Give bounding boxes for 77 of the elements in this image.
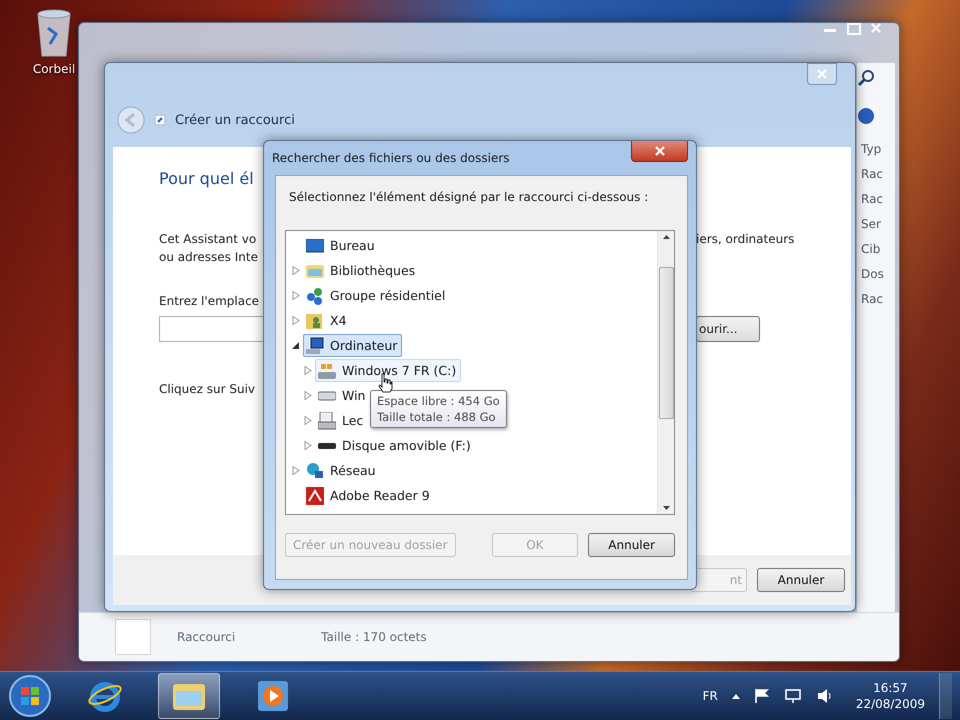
- tree-item[interactable]: Bibliothèques: [303, 259, 420, 282]
- disc-drive-icon: [318, 412, 336, 430]
- table-cell-text: Rac: [860, 291, 884, 308]
- dialog-button[interactable]: Annuler: [588, 533, 675, 557]
- tree-item[interactable]: Disque amovible (F:): [315, 434, 476, 457]
- help-icon[interactable]: [857, 107, 875, 125]
- expand-arrow-icon[interactable]: [292, 466, 300, 475]
- scroll-down-icon[interactable]: [662, 506, 670, 510]
- flag-icon[interactable]: [754, 688, 770, 704]
- window-title: Créer un raccourci: [175, 112, 295, 128]
- column-header[interactable]: Typ: [857, 137, 882, 162]
- browser-e-icon: [88, 679, 122, 713]
- tooltip-text: Taille totale : 488 Go: [377, 410, 497, 424]
- file-type: Raccourci: [177, 630, 236, 644]
- scrollbar[interactable]: [657, 231, 674, 514]
- intro-text: Cet Assistant vo ou adresses Inte: [159, 231, 258, 266]
- file-thumbnail: [115, 619, 151, 655]
- user-folder-icon: [306, 312, 324, 330]
- expand-arrow-icon[interactable]: [304, 366, 312, 375]
- show-desktop-button[interactable]: [939, 673, 952, 719]
- dialog-prompt: Sélectionnez l'élément désigné par le raccourci ci-dessous :: [289, 190, 650, 204]
- clock-date[interactable]: 22/08/2009: [856, 697, 925, 711]
- expand-arrow-icon[interactable]: [292, 291, 300, 300]
- table-cell-text: Rac: [860, 191, 884, 208]
- usb-drive-icon: [318, 442, 336, 450]
- expand-arrow-icon[interactable]: [304, 416, 312, 425]
- expand-arrow-icon[interactable]: [292, 266, 300, 275]
- clock-time[interactable]: 16:57: [873, 681, 908, 695]
- tree-item[interactable]: Win: [315, 384, 370, 407]
- language-indicator[interactable]: FR: [702, 689, 718, 703]
- location-label: Entrez l'emplace: [159, 294, 260, 308]
- close-icon: [817, 69, 827, 79]
- table-cell-text: Ser: [860, 216, 881, 233]
- search-icon[interactable]: [857, 69, 875, 87]
- wizard-button[interactable]: Annuler: [757, 568, 845, 592]
- wizard-heading: Pour quel él: [159, 169, 254, 188]
- start-orb-icon[interactable]: [8, 674, 52, 718]
- collapse-arrow-icon[interactable]: [292, 341, 300, 350]
- tree-item[interactable]: Windows 7 FR (C:): [315, 359, 462, 382]
- pdf-icon: [306, 486, 324, 504]
- monitor-icon: [306, 238, 324, 252]
- expand-arrow-icon[interactable]: [304, 441, 312, 450]
- file-size: Taille : 170 octets: [321, 630, 427, 644]
- tree-item[interactable]: Bureau: [303, 234, 380, 257]
- shortcut-icon: [155, 115, 165, 125]
- tree-item[interactable]: Lec: [315, 409, 368, 432]
- table-cell-text: Dos: [860, 266, 884, 283]
- drive-icon: [318, 362, 336, 380]
- next-hint: Cliquez sur Suiv: [159, 382, 256, 396]
- folder-icon: [172, 681, 206, 711]
- tree-item[interactable]: Réseau: [303, 459, 381, 482]
- table-cell-text: Cib: [860, 241, 880, 258]
- show-hidden-icons-icon[interactable]: [732, 694, 740, 698]
- computer-icon: [306, 336, 324, 354]
- network-icon[interactable]: [784, 688, 802, 704]
- people-icon: [306, 286, 324, 304]
- expand-arrow-icon[interactable]: [292, 316, 300, 325]
- close-button[interactable]: [631, 141, 688, 162]
- drive-icon: [318, 390, 336, 400]
- table-cell-text: Rac: [860, 166, 884, 183]
- browse-button[interactable]: ourir...: [696, 316, 760, 342]
- close-icon: [654, 146, 664, 156]
- expand-arrow-icon[interactable]: [304, 391, 312, 400]
- folder-icon: [306, 262, 324, 278]
- close-icon: [871, 23, 881, 33]
- tree-item[interactable]: Adobe Reader 9: [303, 484, 435, 507]
- tooltip-text: Espace libre : 454 Go: [377, 394, 500, 408]
- intro-text: iers, ordinateurs: [696, 231, 794, 248]
- tree-item[interactable]: Groupe résidentiel: [303, 284, 450, 307]
- taskbar-app[interactable]: [158, 673, 220, 719]
- tree-item[interactable]: Ordinateur: [303, 334, 402, 357]
- network-icon: [306, 462, 324, 480]
- play-icon: [258, 681, 288, 711]
- dialog-title: Rechercher des fichiers ou des dossiers: [272, 151, 510, 165]
- tree-item[interactable]: X4: [303, 309, 352, 332]
- desktop-icon-label: Corbeil: [32, 62, 76, 76]
- scroll-up-icon[interactable]: [662, 235, 670, 239]
